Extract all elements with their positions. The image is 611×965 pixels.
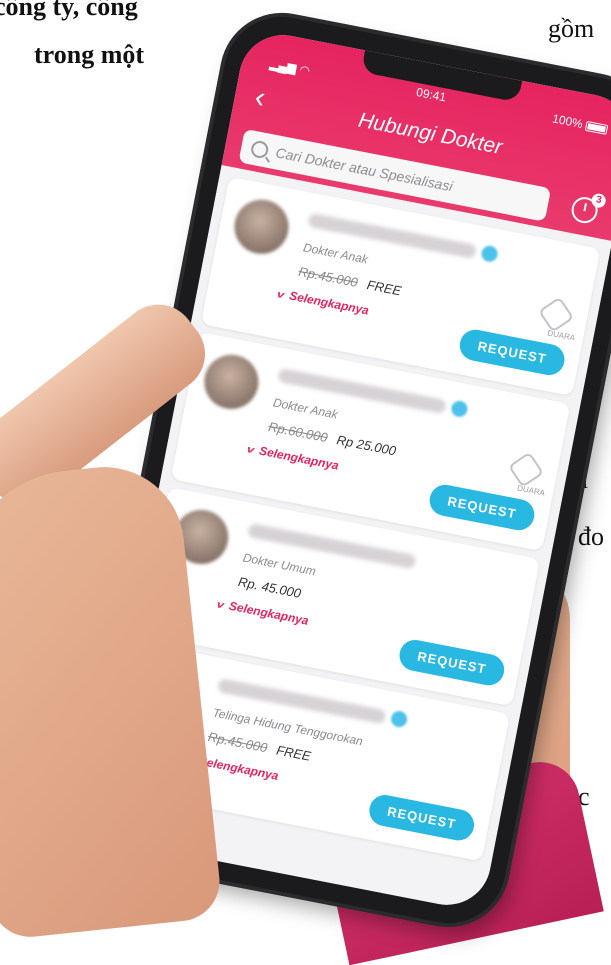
price-old: Rp.60.000: [267, 418, 329, 446]
doc-fragment-5: đo: [578, 522, 604, 551]
signal-wifi-icon: ▂▄▆ ◠: [268, 56, 312, 79]
price-old: Rp.45.000: [297, 263, 360, 291]
chevron-down-icon: v: [245, 444, 256, 457]
doctor-specialty: Dokter Anak: [271, 395, 339, 422]
chevron-down-icon: v: [215, 599, 225, 612]
search-icon: [249, 139, 270, 159]
partner-logo-icon: [507, 451, 545, 488]
doctor-specialty: Dokter Umum: [241, 550, 318, 579]
verified-icon: [389, 709, 409, 729]
more-link-label: Selengkapnya: [197, 753, 280, 783]
price-new: Rp 25.000: [335, 432, 398, 459]
price-row: Rp. 45.000: [237, 574, 302, 601]
doc-text-line-2: trong một: [34, 40, 145, 69]
verified-icon: [480, 244, 499, 264]
more-link[interactable]: vSelengkapnya: [275, 286, 371, 318]
doc-text-right-top: gồm: [548, 14, 595, 43]
partner-logo-icon: [538, 296, 575, 333]
request-button[interactable]: REQUEST: [397, 637, 507, 688]
request-button[interactable]: REQUEST: [366, 792, 477, 844]
partner-label: DUARA: [516, 483, 546, 498]
doctor-avatar: [229, 195, 294, 259]
chevron-down-icon: v: [275, 289, 286, 302]
more-link-label: Selengkapnya: [227, 598, 310, 628]
verified-icon: [450, 399, 469, 419]
doctor-specialty: Dokter Anak: [302, 240, 370, 267]
doc-text-line-1: công ty, công: [0, 0, 138, 21]
partner-label: DUARA: [546, 328, 576, 343]
more-link[interactable]: vSelengkapnya: [245, 441, 340, 473]
more-link[interactable]: vSelengkapnya: [215, 597, 310, 628]
more-link-label: Selengkapnya: [258, 443, 340, 473]
price-old: Rp.45.000: [206, 729, 269, 756]
search-placeholder: Cari Dokter atau Spesialisasi: [274, 144, 454, 195]
price-new: FREE: [275, 742, 313, 764]
more-link-label: Selengkapnya: [288, 288, 371, 318]
price-new: Rp. 45.000: [236, 574, 303, 601]
doctor-avatar: [199, 350, 264, 414]
battery-status: 100%: [551, 111, 609, 135]
battery-icon: [584, 120, 609, 135]
battery-percent: 100%: [551, 111, 584, 132]
price-new: FREE: [365, 277, 403, 299]
